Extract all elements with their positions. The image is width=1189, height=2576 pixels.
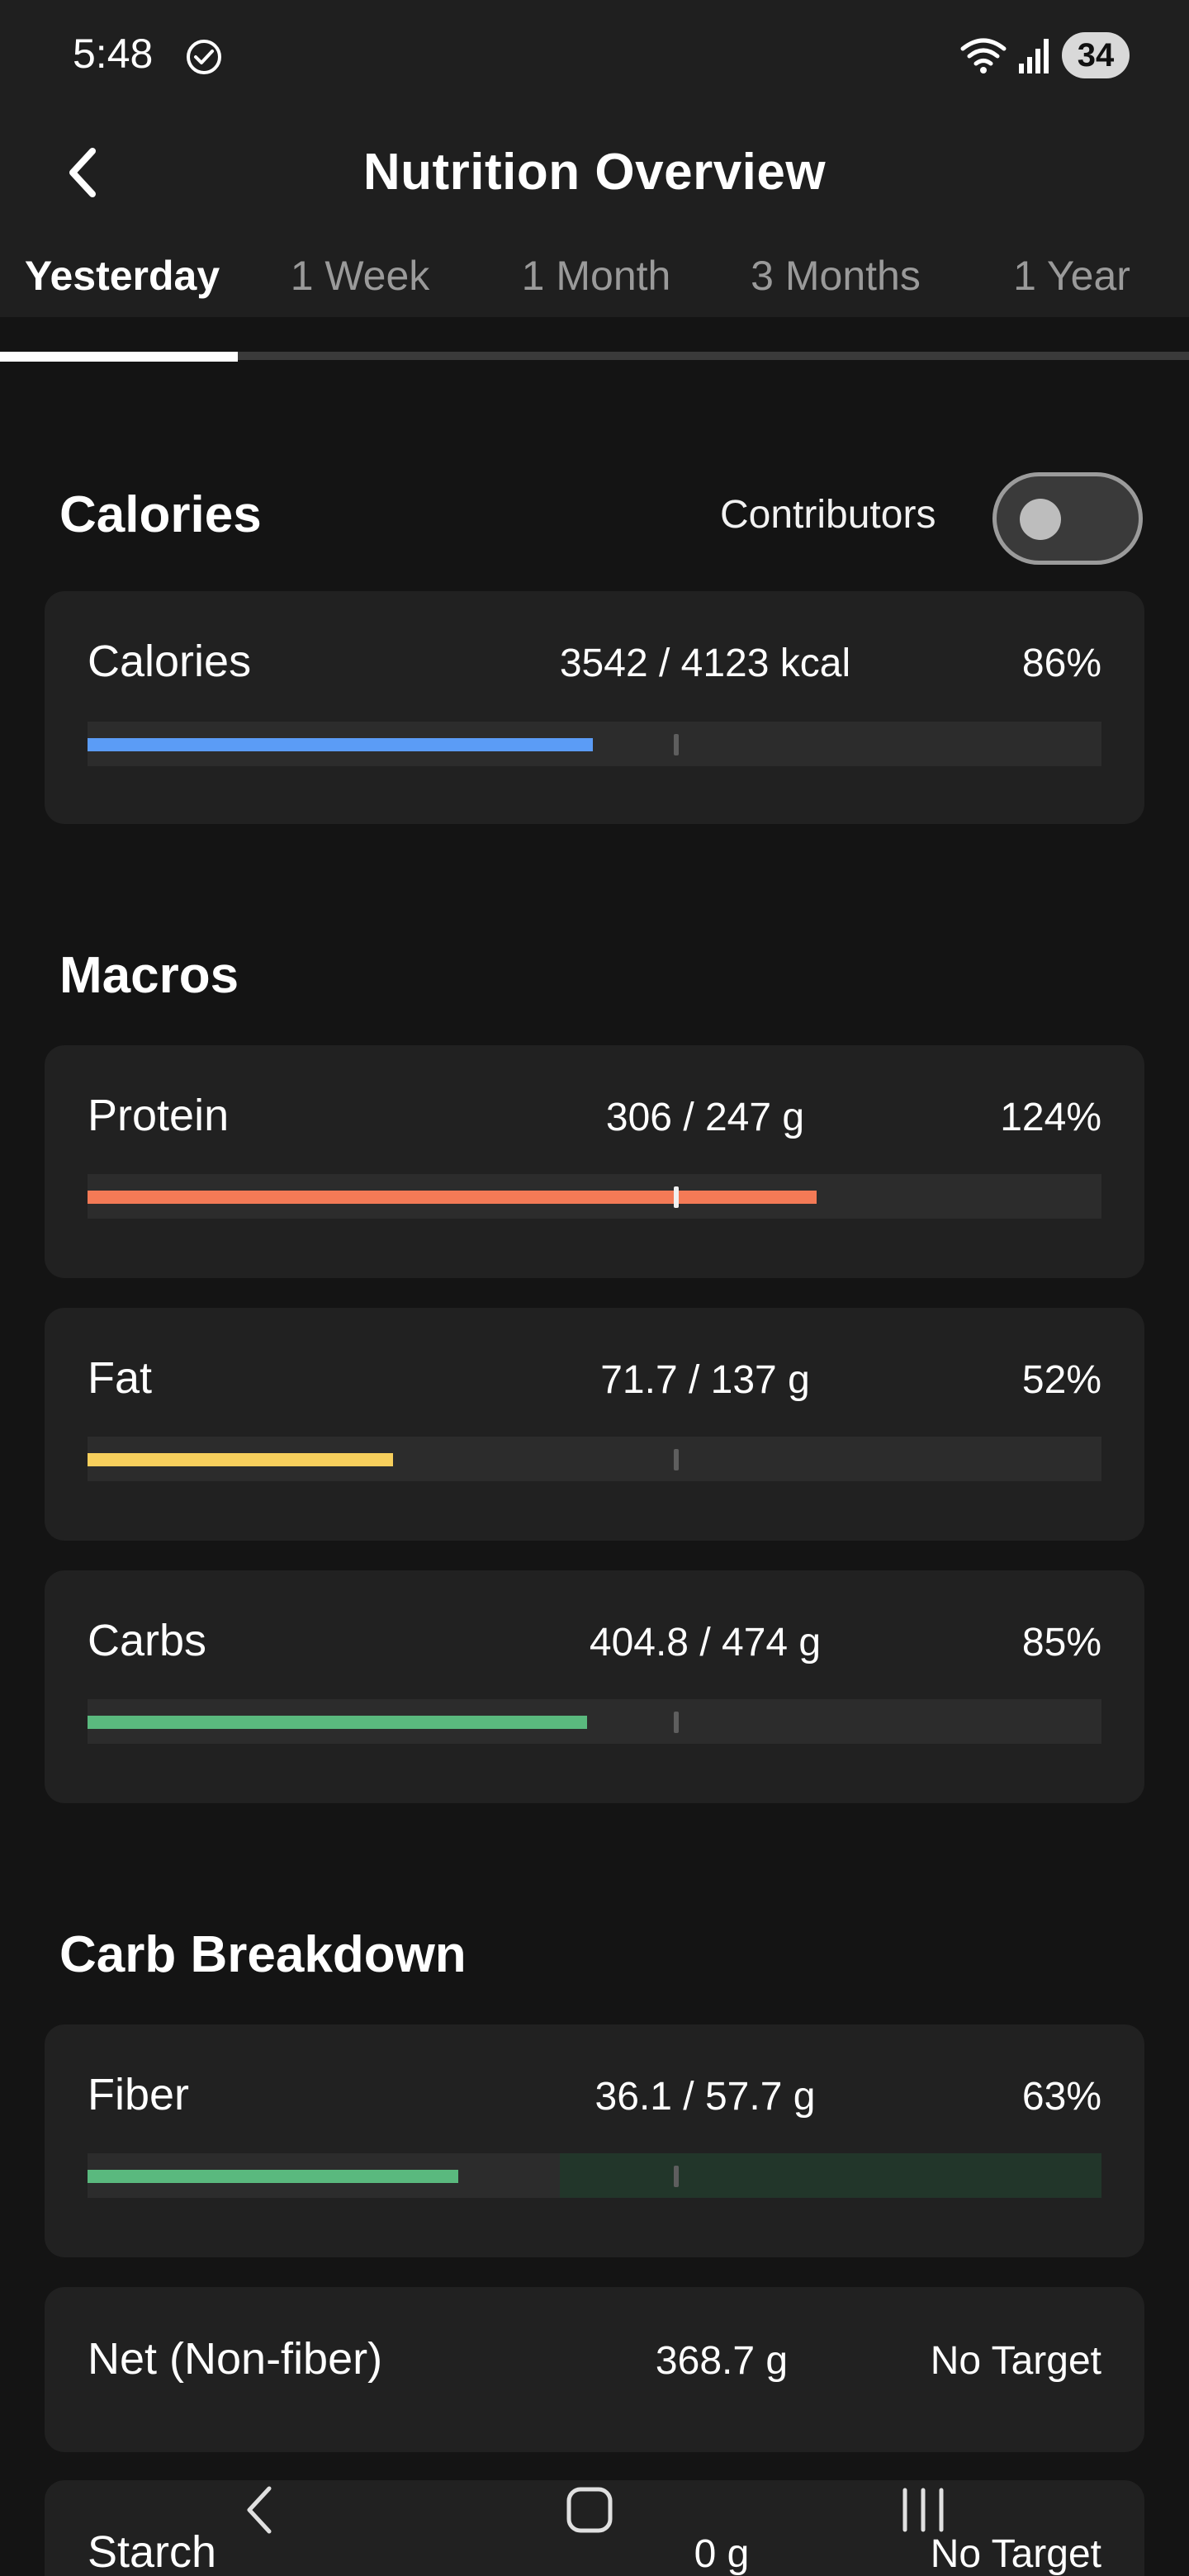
nav-recents-button[interactable]: [874, 2469, 973, 2551]
tab-yesterday[interactable]: Yesterday: [0, 234, 244, 317]
card-label: Protein: [88, 1091, 230, 1140]
section-title-calories: Calories: [59, 486, 262, 543]
wifi-icon: [960, 38, 1007, 73]
card-value: 71.7 / 137 g: [600, 1358, 810, 1402]
card-value: 306 / 247 g: [605, 1096, 805, 1139]
nav-home-button[interactable]: [540, 2469, 639, 2551]
card-fat[interactable]: Fat 71.7 / 137 g 52%: [45, 1308, 1144, 1541]
tab-1-year[interactable]: 1 Year: [955, 234, 1189, 317]
card-percent: 52%: [1021, 1358, 1101, 1402]
app-header: Nutrition Overview Yesterday 1 Week 1 Mo…: [0, 111, 1189, 317]
page-title: Nutrition Overview: [362, 144, 827, 201]
target-marker: [674, 1186, 679, 1208]
tab-active-indicator: [0, 352, 238, 362]
progress-fill: [88, 1191, 817, 1204]
card-percent: 63%: [1021, 2075, 1101, 2119]
progress-fill: [88, 738, 593, 751]
card-label: Calories: [88, 637, 252, 686]
card-label: Carbs: [88, 1616, 207, 1665]
section-title-macros: Macros: [59, 947, 239, 1004]
progress-bar: [88, 1699, 1101, 1744]
tab-1-month[interactable]: 1 Month: [476, 234, 717, 317]
status-bar: 5:48 34: [0, 0, 1189, 111]
system-nav-bar: [0, 2469, 1189, 2551]
card-calories[interactable]: Calories 3542 / 4123 kcal 86%: [45, 591, 1144, 824]
target-marker: [674, 734, 679, 755]
status-time: 5:48: [73, 31, 154, 77]
battery-level: 34: [1077, 36, 1115, 73]
card-value: 404.8 / 474 g: [589, 1621, 822, 1664]
status-icons: 34: [959, 31, 1130, 79]
card-value: 3542 / 4123 kcal: [559, 642, 851, 685]
contributors-label: Contributors: [720, 493, 936, 537]
tab-3-months[interactable]: 3 Months: [717, 234, 955, 317]
target-marker: [674, 1449, 679, 1470]
check-circle-icon: [187, 40, 221, 74]
period-tabs: Yesterday 1 Week 1 Month 3 Months 1 Year: [0, 234, 1189, 317]
card-label: Net (Non-fiber): [88, 2334, 383, 2384]
target-marker: [674, 2166, 679, 2187]
progress-bar: [88, 2153, 1101, 2198]
recents-nav-icon: [902, 2488, 944, 2532]
progress-bar: [88, 1174, 1101, 1219]
card-protein[interactable]: Protein 306 / 247 g 124%: [45, 1045, 1144, 1278]
back-nav-icon: [247, 2486, 272, 2534]
tab-1-week[interactable]: 1 Week: [244, 234, 476, 317]
nav-back-button[interactable]: [210, 2469, 309, 2551]
card-net-carbs[interactable]: Net (Non-fiber) 368.7 g No Target: [45, 2287, 1144, 2452]
progress-bar: [88, 722, 1101, 766]
section-title-carb-breakdown: Carb Breakdown: [59, 1926, 467, 1983]
card-value: 368.7 g: [655, 2339, 789, 2383]
contributors-toggle[interactable]: [992, 472, 1143, 565]
card-carbs[interactable]: Carbs 404.8 / 474 g 85%: [45, 1570, 1144, 1803]
card-percent: 86%: [1021, 642, 1101, 685]
card-label: Fiber: [88, 2070, 190, 2119]
card-target: No Target: [930, 2339, 1101, 2383]
home-nav-icon: [566, 2487, 613, 2533]
progress-fill: [88, 1716, 587, 1729]
card-percent: 124%: [1000, 1096, 1101, 1139]
target-zone: [560, 2153, 1101, 2198]
card-label: Fat: [88, 1353, 153, 1403]
target-marker: [674, 1712, 679, 1733]
progress-fill: [88, 2170, 458, 2183]
progress-bar: [88, 1437, 1101, 1481]
progress-fill: [88, 1453, 393, 1466]
battery-icon: 34: [1062, 32, 1130, 78]
signal-icon: [1019, 39, 1049, 73]
card-percent: 85%: [1021, 1621, 1101, 1664]
toggle-knob: [1020, 499, 1061, 540]
card-value: 36.1 / 57.7 g: [594, 2075, 816, 2119]
card-fiber[interactable]: Fiber 36.1 / 57.7 g 63%: [45, 2024, 1144, 2257]
